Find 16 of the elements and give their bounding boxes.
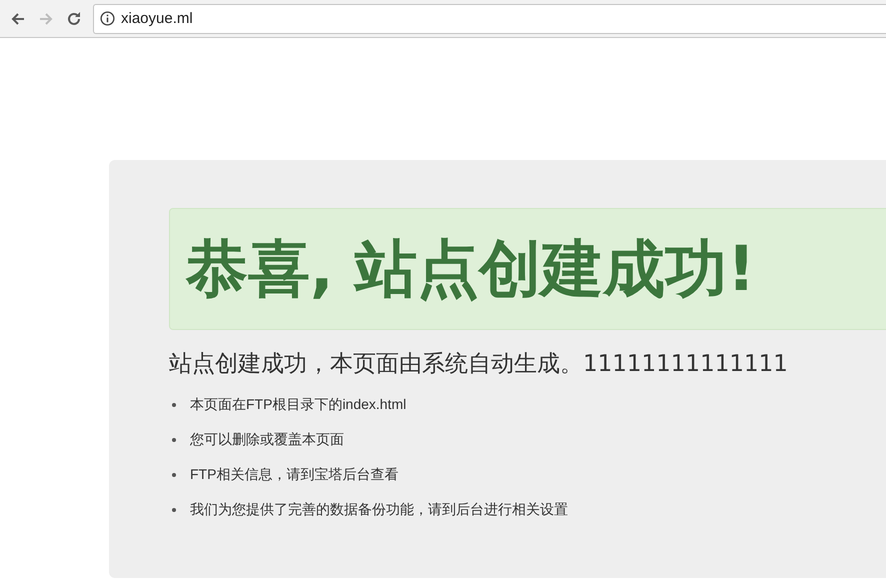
list-item: 本页面在FTP根目录下的index.html [190, 396, 406, 414]
reload-icon [66, 10, 82, 26]
url-text: xiaoyue.ml [121, 10, 193, 27]
bullet-icon [172, 438, 176, 442]
success-title: 恭喜, 站点创建成功! [186, 231, 756, 307]
back-arrow-icon [10, 10, 26, 26]
address-bar[interactable]: xiaoyue.ml [93, 4, 886, 34]
list-item: FTP相关信息，请到宝塔后台查看 [190, 466, 398, 484]
forward-arrow-icon [38, 10, 54, 26]
list-item: 我们为您提供了完善的数据备份功能，请到后台进行相关设置 [190, 500, 568, 518]
page-heading: 站点创建成功，本页面由系统自动生成。11111111111111 [169, 350, 789, 379]
bullet-icon [172, 508, 176, 512]
bullet-icon [172, 402, 176, 406]
bullet-icon [172, 472, 176, 476]
list-item: 您可以删除或覆盖本页面 [190, 430, 344, 448]
info-icon [100, 11, 115, 26]
